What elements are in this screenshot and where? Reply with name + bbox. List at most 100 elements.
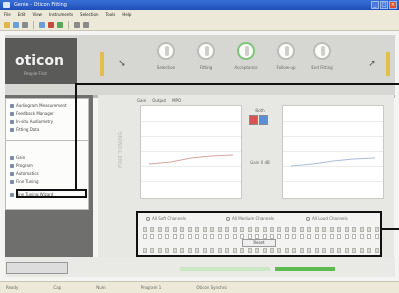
menu-file[interactable]: File <box>4 12 11 17</box>
sidebar-item-label: In-situ Audiometry <box>16 119 54 124</box>
sidebar-item-label: Automatics <box>16 171 39 176</box>
toolbar-divider <box>68 20 69 29</box>
toolbar-divider <box>33 20 34 29</box>
tab-output[interactable]: Output <box>152 98 166 103</box>
left-ear-icon[interactable] <box>259 115 268 125</box>
menu-edit[interactable]: Edit <box>18 12 26 17</box>
help-icon[interactable] <box>39 21 45 28</box>
fine-tuning-icon <box>10 179 14 184</box>
callout-line <box>75 83 399 85</box>
step-label: Follow-up <box>276 65 296 70</box>
back-arrow-icon[interactable]: ➘ <box>116 58 128 70</box>
gain-icon <box>10 155 14 160</box>
feedback-icon <box>10 111 14 116</box>
vertical-title: FINE TUNING <box>118 131 124 169</box>
tab-mpo[interactable]: MPO <box>172 98 181 103</box>
status-bar: Ready Cap Num Program 1 Oticon Synchro <box>0 281 399 293</box>
gain-curve <box>290 157 376 167</box>
radio-icon <box>306 216 310 221</box>
slider-row-bottom[interactable] <box>143 248 379 253</box>
menu-instruments[interactable]: Instruments <box>49 12 73 17</box>
step-acceptance[interactable]: Acceptance <box>230 42 262 70</box>
ear-selector: Both Gain 0 dB <box>245 105 275 195</box>
window-title: Genie - Oticon Fitting <box>14 2 67 8</box>
audiogram-icon <box>10 103 14 108</box>
sidebar-item-label: Program <box>16 163 33 168</box>
wizard-icon <box>10 192 14 197</box>
step-selection[interactable]: Selection <box>150 42 182 70</box>
print-icon[interactable] <box>22 21 28 28</box>
channel-label: All Soft Channels <box>152 216 186 221</box>
logo-tagline: People First <box>24 71 47 76</box>
slider-row-top[interactable] <box>143 227 379 232</box>
sidebar-item-automatics[interactable]: Automatics <box>10 171 39 176</box>
gain-value-label: Gain 0 dB <box>250 160 270 165</box>
callout-line <box>75 83 77 190</box>
sidebar-item-label: Fine Tuning <box>16 179 39 184</box>
channel-label: All Loud Channels <box>312 216 348 221</box>
step-label: Selection <box>156 65 176 70</box>
step-circle-icon <box>237 42 255 60</box>
maximize-button[interactable]: □ <box>380 1 388 9</box>
step-fitting[interactable]: Fitting <box>190 42 222 70</box>
step-circle-icon <box>197 42 215 60</box>
menu-bar: File Edit View Instruments Selection Too… <box>0 10 399 19</box>
automatics-icon <box>10 171 14 176</box>
radio-icon <box>226 216 230 221</box>
left-gain-chart <box>282 105 384 199</box>
sidebar-item-audiogram[interactable]: Audiogram Measurement <box>10 103 67 108</box>
app-icon <box>3 2 10 8</box>
curve-tabs: Gain Output MPO <box>137 98 181 103</box>
sidebar-item-insitu[interactable]: In-situ Audiometry <box>10 119 53 124</box>
right-ear-icon[interactable] <box>249 115 258 125</box>
step-circle-icon <box>157 42 175 60</box>
menu-view[interactable]: View <box>32 12 42 17</box>
step-circle-icon <box>313 42 331 60</box>
progress-track <box>180 267 270 271</box>
menu-selection[interactable]: Selection <box>80 12 98 17</box>
menu-tools[interactable]: Tools <box>105 12 115 17</box>
back-icon[interactable] <box>74 21 80 28</box>
status-num: Num <box>96 285 106 290</box>
sidebar-item-fine-tuning[interactable]: Fine Tuning <box>10 179 38 184</box>
minimize-button[interactable]: _ <box>371 1 379 9</box>
radio-loud-channels[interactable]: All Loud Channels <box>306 216 348 221</box>
close-button[interactable]: × <box>389 1 397 9</box>
step-label: Fitting <box>199 65 213 70</box>
tab-gain[interactable]: Gain <box>137 98 146 103</box>
save-icon[interactable] <box>13 21 19 28</box>
forward-icon[interactable] <box>83 21 89 28</box>
reset-button[interactable]: Reset <box>242 239 276 247</box>
gain-curve <box>148 154 234 165</box>
window-controls: _ □ × <box>371 1 397 9</box>
sidebar-item-gain[interactable]: Gain <box>10 155 25 160</box>
toolbar <box>0 19 399 31</box>
sidebar-item-program[interactable]: Program <box>10 163 33 168</box>
radio-soft-channels[interactable]: All Soft Channels <box>146 216 186 221</box>
sidebar-item-label: Gain <box>16 155 26 160</box>
radio-medium-channels[interactable]: All Medium Channels <box>226 216 274 221</box>
radio-icon <box>146 216 150 221</box>
forward-arrow-icon[interactable]: ➚ <box>366 58 378 70</box>
step-follow-up[interactable]: Follow-up <box>270 42 302 70</box>
sidebar-item-feedback[interactable]: Feedback Manager <box>10 111 54 116</box>
right-ear-marker <box>386 52 390 76</box>
channel-label: All Medium Channels <box>232 216 275 221</box>
program-box[interactable] <box>6 262 68 274</box>
menu-help[interactable]: Help <box>122 12 131 17</box>
highlight-box <box>16 189 87 198</box>
step-end-fitting[interactable]: End Fitting <box>306 42 338 70</box>
fitting-data-icon <box>10 127 14 132</box>
program-icon <box>10 163 14 168</box>
logo-text: oticon <box>15 53 64 69</box>
right-ear-icon[interactable] <box>57 21 63 28</box>
open-icon[interactable] <box>4 21 10 28</box>
right-gain-chart <box>140 105 242 199</box>
left-ear-icon[interactable] <box>48 21 54 28</box>
callout-line <box>382 228 399 230</box>
title-bar: Genie - Oticon Fitting _ □ × <box>0 0 399 10</box>
sidebar-item-label: Audiogram Measurement <box>16 103 67 108</box>
sidebar-item-fitting-data[interactable]: Fitting Data <box>10 127 39 132</box>
insitu-icon <box>10 119 14 124</box>
sidebar-item-label: Fitting Data <box>16 127 40 132</box>
